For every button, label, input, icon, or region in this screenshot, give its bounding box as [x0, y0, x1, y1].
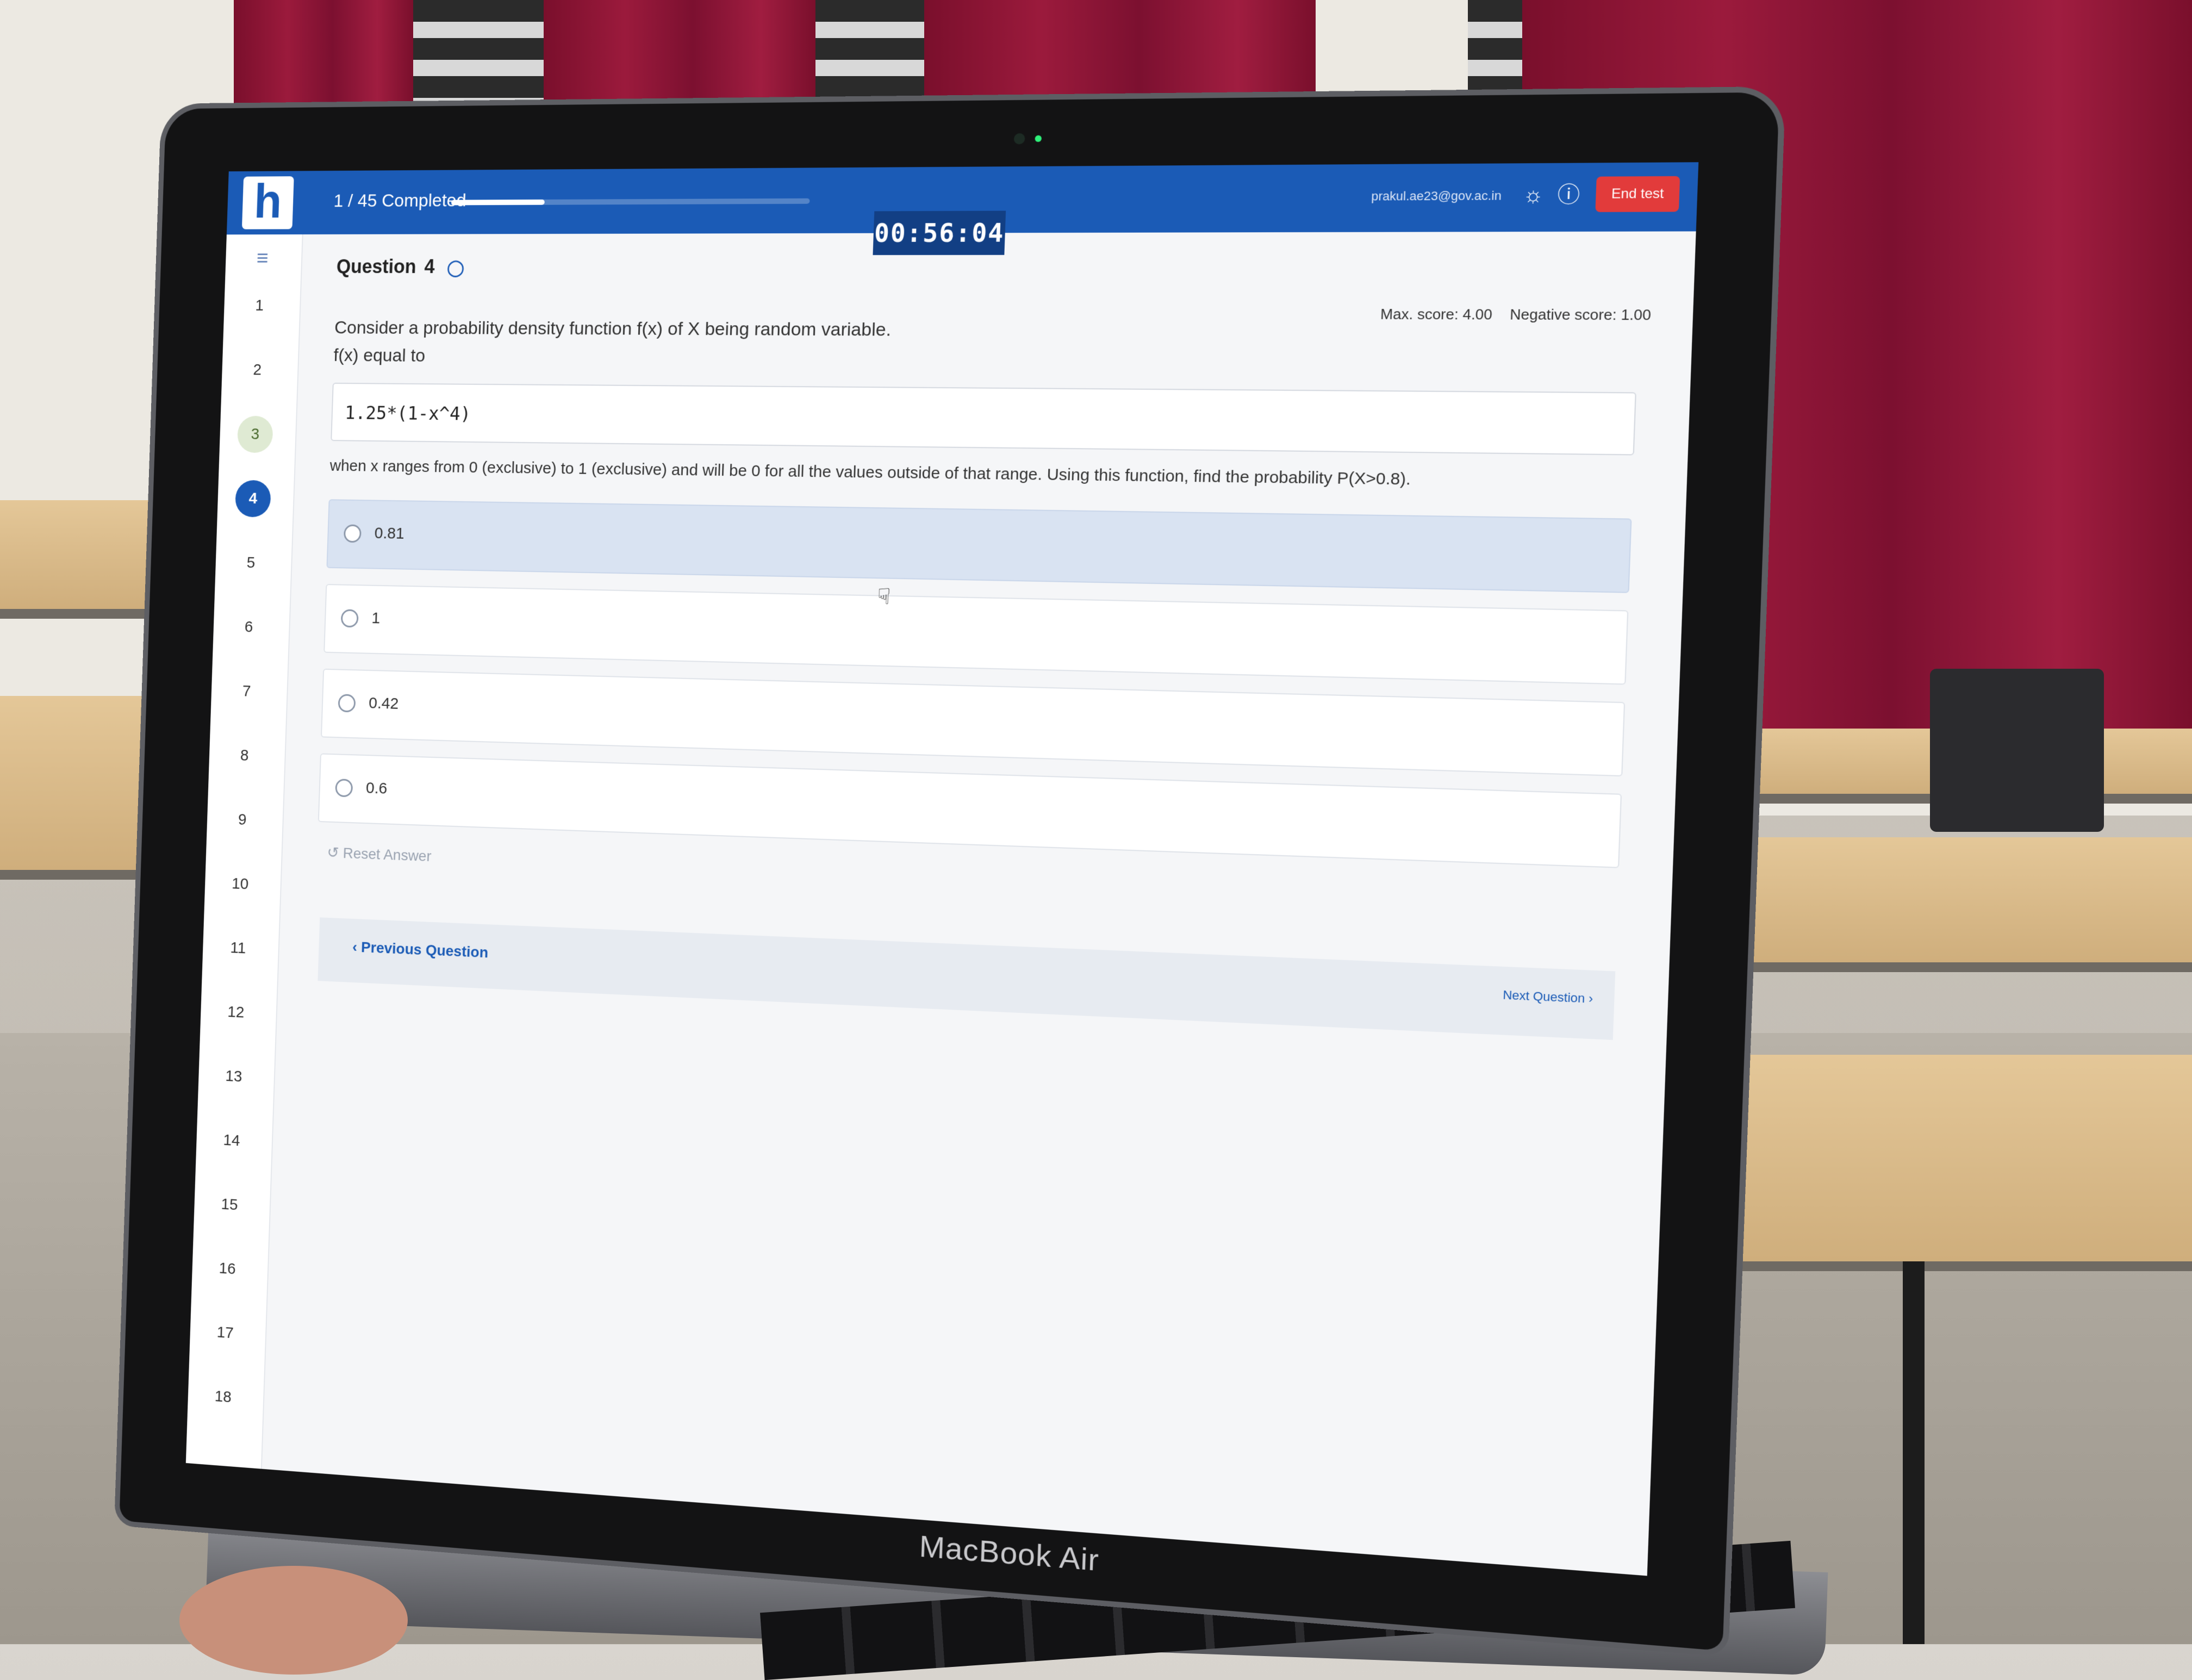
- question-number-item[interactable]: 6: [231, 608, 267, 646]
- option-label: 1: [371, 609, 381, 628]
- question-number-item[interactable]: 7: [228, 673, 265, 711]
- previous-question-button[interactable]: ‹ Previous Question: [349, 938, 491, 962]
- radio-button[interactable]: [341, 609, 359, 627]
- user-email: prakul.ae23@gov.ac.in: [1371, 189, 1502, 204]
- menu-icon[interactable]: ≡: [250, 245, 276, 272]
- hand-thumb: [179, 1566, 408, 1675]
- reset-icon: ↺: [327, 844, 343, 861]
- answer-option[interactable]: 1: [323, 584, 1628, 685]
- option-label: 0.6: [366, 779, 388, 798]
- progress-text: 1 / 45 Completed: [333, 190, 466, 211]
- question-number-item[interactable]: 8: [226, 737, 263, 775]
- question-number-item[interactable]: 3: [237, 416, 273, 453]
- question-number-item[interactable]: 4: [235, 480, 271, 518]
- question-label: Question: [336, 256, 416, 277]
- question-heading: Question 4 ◯: [336, 256, 465, 278]
- help-icon[interactable]: ⓘ: [1553, 180, 1585, 210]
- reset-answer-button[interactable]: ↺ Reset Answer: [327, 844, 432, 865]
- end-test-button[interactable]: End test: [1595, 176, 1680, 212]
- question-number-item[interactable]: 11: [220, 929, 256, 968]
- question-number-item[interactable]: 17: [207, 1314, 244, 1353]
- webcam: [1014, 133, 1025, 145]
- negative-score: Negative score: 1.00: [1510, 306, 1652, 323]
- question-text-line: Consider a probability density function …: [334, 314, 1421, 346]
- top-bar: h 1 / 45 Completed 00:56:04 prakul.ae23@…: [227, 162, 1698, 234]
- answer-option[interactable]: 0.81: [326, 499, 1631, 593]
- question-number-item[interactable]: 12: [218, 993, 254, 1032]
- laptop-display: MacBook Air h 1 / 45 Completed 00:56:04 …: [119, 92, 1779, 1651]
- question-number-item[interactable]: 1: [241, 287, 278, 324]
- webcam-led: [1035, 135, 1042, 142]
- question-text: Consider a probability density function …: [333, 314, 1422, 376]
- question-number-item[interactable]: 14: [214, 1121, 250, 1160]
- formula-box: 1.25*(1-x^4): [331, 383, 1636, 456]
- question-number-item[interactable]: 9: [224, 801, 260, 839]
- question-number-item[interactable]: 16: [209, 1249, 246, 1289]
- test-app-screen: h 1 / 45 Completed 00:56:04 prakul.ae23@…: [186, 162, 1698, 1576]
- question-text-line: f(x) equal to: [333, 341, 1421, 376]
- question-number-item[interactable]: 5: [233, 544, 269, 582]
- option-label: 0.42: [369, 694, 399, 713]
- question-panel: Question4◯ Max. score: 4.00Negative scor…: [281, 232, 1678, 1575]
- radio-button[interactable]: [344, 525, 362, 543]
- reset-answer-label: Reset Answer: [342, 845, 431, 864]
- question-number: 4: [424, 256, 435, 277]
- next-question-button[interactable]: Next Question ›: [1499, 987, 1597, 1007]
- option-label: 0.81: [374, 524, 404, 543]
- bulb-icon[interactable]: ☼: [1517, 181, 1549, 210]
- background-desk-leg: [1903, 1261, 1925, 1644]
- question-number-item[interactable]: 15: [211, 1185, 248, 1224]
- question-number-item[interactable]: 13: [216, 1057, 252, 1096]
- bookmark-icon[interactable]: ◯: [447, 259, 465, 277]
- app-logo[interactable]: h: [242, 176, 294, 229]
- progress-bar: [451, 198, 810, 206]
- question-number-item[interactable]: 2: [239, 351, 276, 388]
- cursor-icon: ☟: [877, 584, 891, 609]
- radio-button[interactable]: [335, 779, 353, 797]
- background-desk: [0, 500, 163, 619]
- question-navigation-bar: ‹ Previous Question Next Question ›: [317, 917, 1615, 1040]
- question-navigator: ≡ 123456789101112131415161718: [186, 234, 303, 1469]
- laptop-brand-label: MacBook Air: [898, 1526, 1120, 1579]
- question-number-item[interactable]: 10: [222, 865, 258, 903]
- background-laptop: [1930, 669, 2104, 832]
- question-number-item[interactable]: 18: [205, 1377, 241, 1416]
- radio-button[interactable]: [338, 694, 356, 712]
- progress-bar-fill: [451, 200, 545, 206]
- question-text-continued: when x ranges from 0 (exclusive) to 1 (e…: [329, 457, 1639, 492]
